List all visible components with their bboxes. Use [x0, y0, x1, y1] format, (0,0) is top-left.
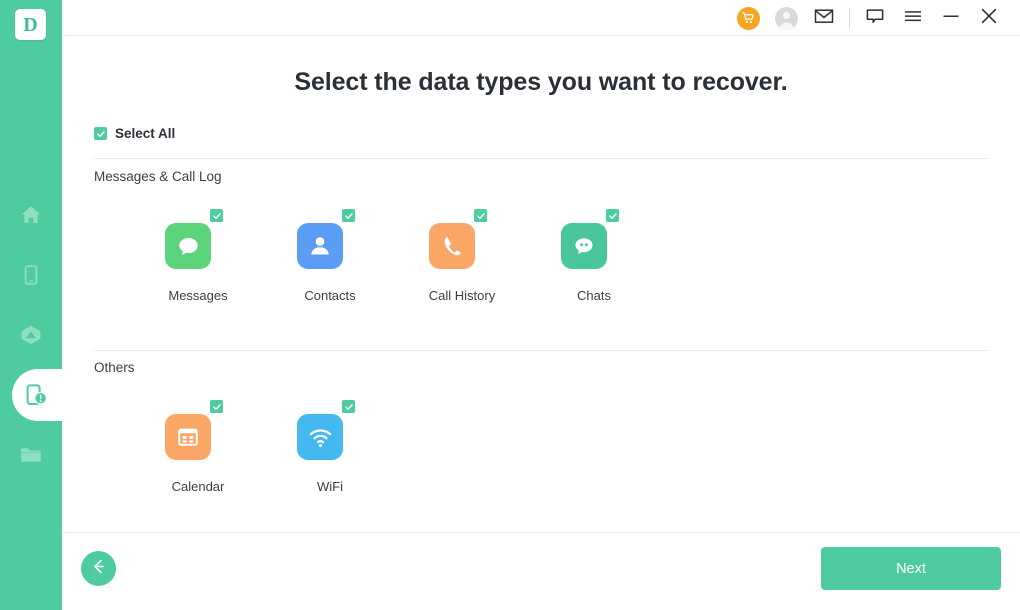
footer-divider: [62, 532, 1020, 533]
close-button[interactable]: [970, 0, 1008, 36]
select-all-checkbox[interactable]: [94, 127, 107, 140]
data-type-contacts[interactable]: Contacts: [264, 205, 396, 303]
sidebar-item-device[interactable]: [0, 245, 62, 305]
data-type-messages[interactable]: Messages: [132, 205, 264, 303]
sidebar-item-files[interactable]: [0, 425, 62, 485]
calendar-icon: [165, 414, 211, 460]
sidebar-item-recover[interactable]: [0, 365, 62, 425]
title-bar: [62, 0, 1020, 36]
home-icon: [19, 203, 43, 227]
cart-button[interactable]: [729, 0, 767, 36]
message-bubble-icon: [165, 223, 211, 269]
mail-button[interactable]: [805, 0, 843, 36]
messages-checkbox[interactable]: [210, 209, 223, 222]
data-type-label: Calendar: [172, 479, 225, 494]
application-window: D: [0, 0, 1020, 610]
data-type-label: Messages: [168, 288, 227, 303]
phone-alert-icon: [22, 382, 49, 409]
data-type-wifi[interactable]: WiFi: [264, 396, 396, 494]
data-type-call-history[interactable]: Call History: [396, 205, 528, 303]
phone-icon: [19, 263, 43, 287]
sidebar-item-cloud[interactable]: [0, 305, 62, 365]
tile-wrap: [293, 205, 367, 263]
back-button[interactable]: [81, 551, 116, 586]
select-all-row[interactable]: Select All: [94, 126, 175, 141]
mail-icon: [813, 5, 835, 32]
tile-wrap: [425, 205, 499, 263]
page-title: Select the data types you want to recove…: [62, 68, 1020, 97]
account-icon: [775, 7, 798, 30]
section-label-messages: Messages & Call Log: [94, 169, 222, 184]
active-tab-fill: [50, 369, 64, 421]
next-button[interactable]: Next: [821, 547, 1001, 590]
contact-person-icon: [297, 223, 343, 269]
data-type-label: Call History: [429, 288, 495, 303]
data-type-grid-others: Calendar: [132, 396, 396, 494]
menu-button[interactable]: [894, 0, 932, 36]
divider-top: [94, 158, 988, 159]
data-type-grid-messages: Messages Contacts: [132, 205, 660, 303]
toolbar-divider: [849, 8, 850, 28]
data-type-chats[interactable]: Chats: [528, 205, 660, 303]
chat-dots-icon: [561, 223, 607, 269]
main-panel: Select the data types you want to recove…: [62, 0, 1020, 610]
app-logo: D: [15, 9, 46, 40]
folder-icon: [18, 442, 44, 468]
cart-icon: [737, 7, 760, 30]
account-button[interactable]: [767, 0, 805, 36]
calendar-checkbox[interactable]: [210, 400, 223, 413]
app-logo-letter: D: [23, 15, 37, 35]
call-history-checkbox[interactable]: [474, 209, 487, 222]
tile-wrap: [161, 396, 235, 454]
minimize-icon: [940, 5, 962, 32]
phone-handset-icon: [429, 223, 475, 269]
divider-others: [94, 350, 988, 351]
data-type-calendar[interactable]: Calendar: [132, 396, 264, 494]
section-label-others: Others: [94, 360, 135, 375]
wifi-icon: [297, 414, 343, 460]
sidebar: D: [0, 0, 62, 610]
tile-wrap: [161, 205, 235, 263]
chats-checkbox[interactable]: [606, 209, 619, 222]
data-type-label: Contacts: [304, 288, 355, 303]
arrow-left-icon: [89, 557, 108, 581]
sidebar-item-home[interactable]: [0, 185, 62, 245]
cloud-icon: [18, 322, 44, 348]
close-icon: [978, 5, 1000, 32]
minimize-button[interactable]: [932, 0, 970, 36]
data-type-label: Chats: [577, 288, 611, 303]
tile-wrap: [293, 396, 367, 454]
select-all-label: Select All: [115, 126, 175, 141]
tile-wrap: [557, 205, 631, 263]
data-type-label: WiFi: [317, 479, 343, 494]
wifi-checkbox[interactable]: [342, 400, 355, 413]
hamburger-icon: [902, 5, 924, 32]
window-controls: [729, 0, 1020, 36]
speech-bubble-icon: [864, 5, 886, 32]
feedback-button[interactable]: [856, 0, 894, 36]
contacts-checkbox[interactable]: [342, 209, 355, 222]
